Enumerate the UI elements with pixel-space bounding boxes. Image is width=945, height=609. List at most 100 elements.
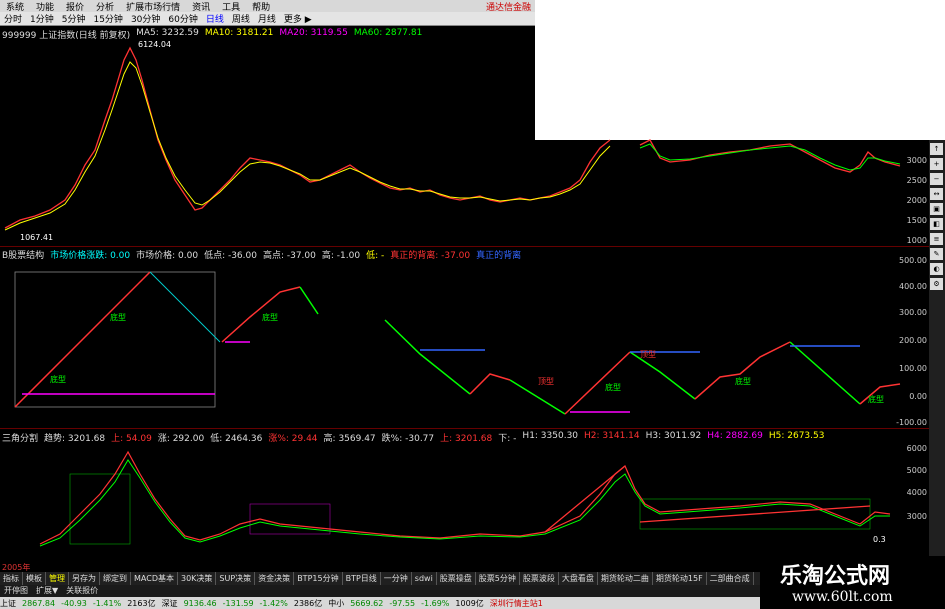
period-tab-more[interactable]: 更多 ▶ (280, 12, 316, 25)
tool-button[interactable]: ▣ (930, 203, 943, 215)
index-change: -97.55 (389, 598, 416, 608)
index-name: 深证 (161, 598, 178, 608)
period-tab[interactable]: 60分钟 (164, 12, 201, 25)
indicator-tab[interactable]: 期货轮动二曲 (598, 572, 653, 585)
zone-box (69, 473, 131, 545)
indicator-tab[interactable]: 期货轮动15F (653, 572, 707, 585)
structure-box (14, 271, 216, 408)
triangle-chart[interactable]: 0.3 (0, 444, 905, 562)
indicator-tab[interactable]: 一分钟 (381, 572, 412, 585)
indicator-tab[interactable]: 股票波段 (520, 572, 559, 585)
indicator-tab[interactable]: 指标 (0, 572, 23, 585)
mode-tabs: 开停图 扩展▼ 关联报价 (0, 585, 760, 597)
h-level: H3: 3011.92 (645, 431, 702, 441)
indicator-tab[interactable]: MACD基本 (131, 572, 178, 585)
status-bar: 上证 2867.84 -40.93 -1.41% 2163亿 深证 9136.4… (0, 597, 760, 609)
index-percent: -1.42% (259, 598, 288, 608)
index-amount: 2163亿 (127, 598, 156, 608)
axis-tick: 400.00 (899, 282, 927, 291)
triangle-ma (39, 459, 890, 547)
axis-tick: 3000 (906, 512, 927, 521)
index-value: 2867.84 (22, 598, 56, 608)
axis-tick: 2000 (906, 196, 927, 205)
tool-button[interactable]: ◐ (930, 263, 943, 275)
watermark-url: www.60lt.com (792, 589, 893, 605)
triangle-value: 低: 2464.36 (210, 434, 263, 444)
structure-value: 真正的背离: -37.00 (390, 251, 471, 261)
period-tab[interactable]: 1分钟 (26, 12, 58, 25)
period-tab[interactable]: 月线 (254, 12, 280, 25)
menu-function[interactable]: 功能 (30, 0, 60, 13)
period-tab[interactable]: 15分钟 (89, 12, 126, 25)
mode-tab[interactable]: 扩展▼ (32, 585, 62, 597)
indicator-tab[interactable]: 资金决策 (255, 572, 295, 585)
index-change: -40.93 (61, 598, 87, 608)
indicator-tab[interactable]: 股票5分钟 (476, 572, 520, 585)
period-tab[interactable]: 周线 (228, 12, 254, 25)
axis-tick: 500.00 (899, 256, 927, 265)
period-tab[interactable]: 30分钟 (127, 12, 164, 25)
indicator-tab[interactable]: 另存为 (69, 572, 100, 585)
structure-value: 市场价格: 0.00 (136, 251, 199, 261)
indicator-tab[interactable]: 大盘看盘 (559, 572, 598, 585)
indicator-tab[interactable]: 绑定到 (100, 572, 131, 585)
indicator-tab[interactable]: 30K决策 (178, 572, 217, 585)
tool-button[interactable]: ✎ (930, 248, 943, 260)
pattern-label-bottom: 底型 (735, 376, 751, 386)
indicator-tab[interactable]: BTP15分钟 (294, 572, 343, 585)
peak-label: 6124.04 (138, 40, 171, 49)
axis-tick: -100.00 (896, 418, 927, 427)
indicator-tab[interactable]: 模板 (23, 572, 46, 585)
axis-tick: 1000 (906, 236, 927, 245)
tool-button[interactable]: ≡ (930, 233, 943, 245)
price-chart[interactable]: 6124.04 1067.41 (0, 40, 905, 245)
tool-button[interactable]: + (930, 158, 943, 170)
indicator-tab[interactable]: 股票操盘 (437, 572, 476, 585)
axis-tick: 2500 (906, 176, 927, 185)
menu-analysis[interactable]: 分析 (90, 0, 120, 13)
axis-tick: 200.00 (899, 336, 927, 345)
axis-tick: 1500 (906, 216, 927, 225)
h-level: H5: 2673.53 (768, 431, 825, 441)
menu-system[interactable]: 系统 (0, 0, 30, 13)
structure-chart[interactable]: 底型 底型 底型 顶型 底型 顶型 底型 底型 (0, 262, 905, 450)
mode-tab[interactable]: 开停图 (0, 585, 32, 597)
index-percent: -1.69% (421, 598, 450, 608)
indicator-tab[interactable]: sdwi (412, 572, 437, 585)
tool-button[interactable]: ↑ (930, 143, 943, 155)
pattern-label-bottom: 底型 (262, 312, 278, 322)
pattern-label-top: 顶型 (640, 350, 656, 359)
triangle-panel-title: 三角分割 (2, 434, 39, 444)
down-leg (789, 341, 861, 405)
indicator-tab[interactable]: BTP日线 (343, 572, 381, 585)
down-leg (149, 271, 221, 343)
pattern-label-bottom: 底型 (110, 312, 126, 322)
down-leg (629, 351, 696, 400)
trend-up-line (544, 465, 626, 533)
tool-button[interactable]: ↔ (930, 188, 943, 200)
up-leg (221, 286, 301, 343)
structure-value: 真正的背离 (476, 251, 522, 261)
period-tab[interactable]: 5分钟 (58, 12, 90, 25)
server-label[interactable]: 深圳行情主站1 (490, 598, 543, 609)
indicator-tab[interactable]: 二部曲合成 (707, 572, 754, 585)
period-tab[interactable]: 分时 (0, 12, 26, 25)
menu-tools[interactable]: 工具 (216, 0, 246, 13)
menu-help[interactable]: 帮助 (246, 0, 276, 13)
panel-divider (0, 428, 929, 429)
indicator-tab[interactable]: SUP决策 (216, 572, 256, 585)
menu-ext-market[interactable]: 扩展市场行情 (120, 0, 186, 13)
axis-tick: 5000 (906, 466, 927, 475)
structure-value: 低: - (366, 251, 385, 261)
indicator-tab-active[interactable]: 管理 (46, 572, 69, 585)
period-tab-daily[interactable]: 日线 (202, 12, 228, 25)
mode-tab[interactable]: 关联报价 (62, 585, 102, 597)
ma20-label: MA20: 3119.55 (279, 28, 348, 38)
tool-button[interactable]: ◧ (930, 218, 943, 230)
menu-info[interactable]: 资讯 (186, 0, 216, 13)
menu-quote[interactable]: 报价 (60, 0, 90, 13)
tool-button[interactable]: − (930, 173, 943, 185)
triangle-value: 涨%: 29.44 (268, 434, 318, 444)
tool-button[interactable]: ⚙ (930, 278, 943, 290)
right-toolbar: ↑ + − ↔ ▣ ◧ ≡ ✎ ◐ ⚙ (929, 140, 945, 570)
